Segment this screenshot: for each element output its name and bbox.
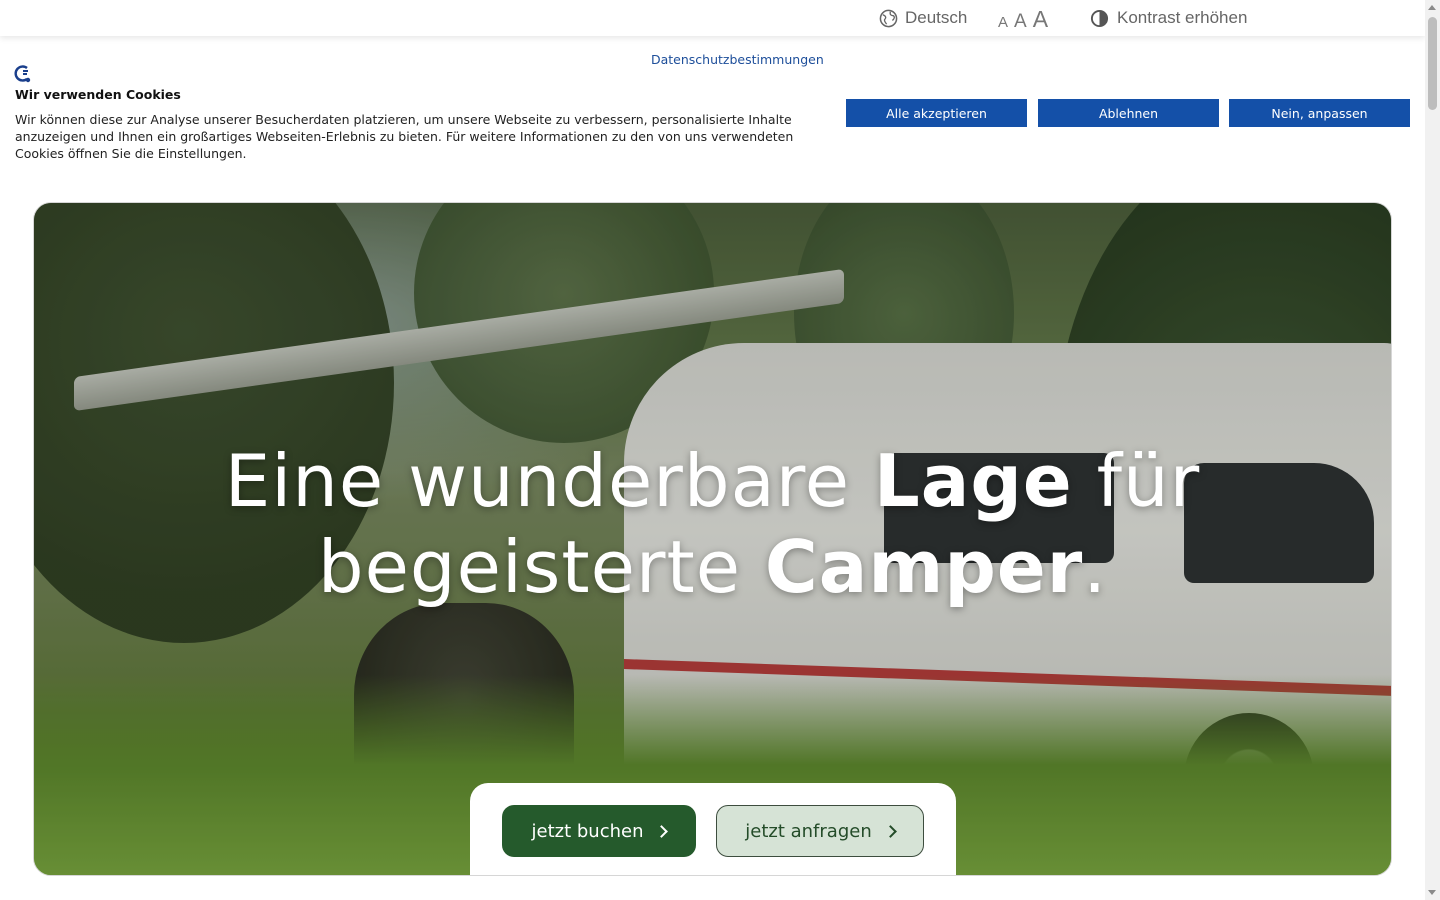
- reject-button[interactable]: Ablehnen: [1038, 99, 1219, 127]
- cookie-description: Wir können diese zur Analyse unserer Bes…: [15, 112, 794, 161]
- contrast-icon: [1090, 9, 1109, 27]
- privacy-policy-link[interactable]: Datenschutzbestimmungen: [651, 52, 824, 67]
- contrast-label: Kontrast erhöhen: [1117, 8, 1248, 27]
- headline-text: begeisterte: [317, 525, 765, 609]
- language-label: Deutsch: [905, 8, 968, 27]
- chevron-right-icon: [883, 824, 897, 838]
- headline-bold-text: Camper: [764, 525, 1084, 609]
- font-size-medium-button[interactable]: A: [1014, 11, 1027, 33]
- accessibility-topbar: Deutsch A A A Kontrast erhöhen: [0, 0, 1425, 36]
- scroll-up-arrow-icon[interactable]: [1428, 5, 1436, 10]
- contrast-toggle[interactable]: Kontrast erhöhen: [1090, 8, 1247, 28]
- inquire-now-label: jetzt anfragen: [745, 820, 872, 842]
- chevron-right-icon: [655, 824, 669, 838]
- scrollbar-thumb[interactable]: [1428, 17, 1437, 110]
- headline-text: .: [1083, 525, 1108, 609]
- cookie-banner: Datenschutzbestimmungen Wir verwenden Co…: [0, 36, 1425, 176]
- language-selector[interactable]: Deutsch: [879, 8, 967, 28]
- hero-headline: Eine wunderbare Lage für begeisterte Cam…: [34, 438, 1391, 610]
- font-size-large-button[interactable]: A: [1033, 6, 1048, 33]
- inquire-now-button[interactable]: jetzt anfragen: [716, 805, 924, 857]
- customize-button[interactable]: Nein, anpassen: [1229, 99, 1410, 127]
- headline-text: für: [1072, 439, 1201, 523]
- page-scrollbar[interactable]: [1425, 0, 1440, 900]
- font-size-small-button[interactable]: A: [998, 14, 1008, 31]
- globe-icon: [879, 9, 898, 27]
- headline-text: Eine wunderbare: [224, 439, 874, 523]
- cookie-title: Wir verwenden Cookies: [15, 87, 181, 102]
- accept-all-button[interactable]: Alle akzeptieren: [846, 99, 1027, 127]
- book-now-label: jetzt buchen: [531, 820, 644, 842]
- headline-bold-text: Lage: [873, 439, 1073, 523]
- cookie-consent-logo-icon: [14, 65, 31, 83]
- scroll-down-arrow-icon[interactable]: [1428, 890, 1436, 895]
- hero-section: Eine wunderbare Lage für begeisterte Cam…: [33, 202, 1392, 876]
- book-now-button[interactable]: jetzt buchen: [502, 805, 696, 857]
- font-size-controls: A A A: [998, 6, 1048, 33]
- cta-panel: jetzt buchen jetzt anfragen: [470, 783, 956, 875]
